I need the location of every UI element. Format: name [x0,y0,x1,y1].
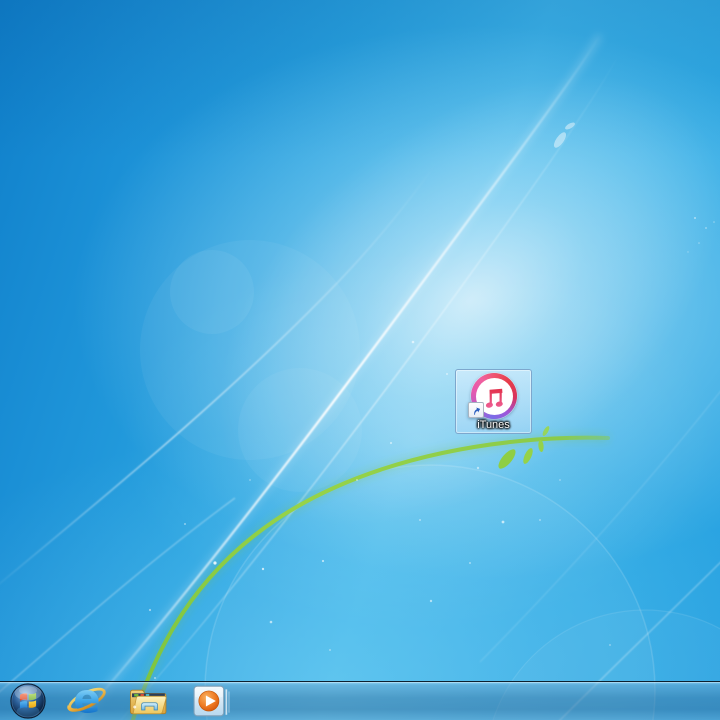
taskbar-item-media-player[interactable] [180,682,242,720]
windows-orb-icon [10,683,46,719]
desktop-background[interactable] [0,0,720,720]
icon-label: iTunes [477,419,510,431]
taskbar: e [0,681,720,720]
shortcut-arrow-icon [468,402,484,418]
green-vine [129,426,610,720]
folder-explorer-icon [130,689,167,715]
internet-explorer-icon: e [67,683,106,719]
desktop-icon-itunes[interactable]: iTunes [455,369,532,434]
svg-text:e: e [73,683,100,719]
taskbar-item-internet-explorer[interactable]: e [56,682,118,720]
taskbar-item-windows-explorer[interactable] [118,682,180,720]
wallpaper-light-streaks [0,33,720,720]
music-note-icon [485,388,503,408]
start-button[interactable] [0,682,56,720]
itunes-app-icon [468,372,518,420]
white-leaf-flourish [553,122,575,148]
media-player-icon [193,685,230,717]
